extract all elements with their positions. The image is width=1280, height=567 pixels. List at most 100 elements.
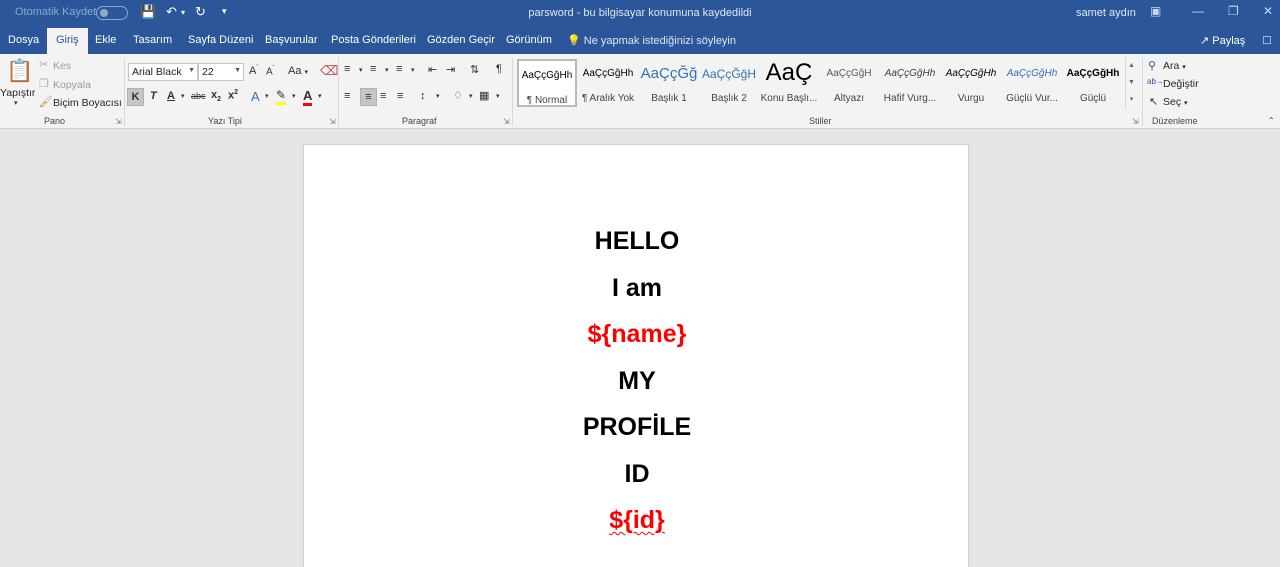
- borders-icon[interactable]: ▦: [479, 89, 489, 102]
- style-intense-emphasis[interactable]: AaÇçĞğHh Güçlü Vur...: [1002, 59, 1062, 107]
- align-left-icon[interactable]: ≡: [344, 90, 350, 102]
- collapse-ribbon-icon[interactable]: ⌃: [1268, 116, 1275, 125]
- style-title[interactable]: AaÇ Konu Başlı...: [759, 59, 819, 107]
- doc-line-placeholder[interactable]: ${id}: [304, 506, 970, 535]
- shading-icon[interactable]: ♢: [453, 89, 463, 102]
- customize-qat-icon[interactable]: ▾: [222, 6, 227, 17]
- chevron-down-icon[interactable]: ▾: [385, 66, 389, 74]
- ribbon-display-options-icon[interactable]: ▣: [1150, 4, 1161, 18]
- subscript-button[interactable]: x2: [211, 89, 221, 103]
- text-effects-button[interactable]: A: [251, 89, 260, 104]
- replace-button[interactable]: Değiştir: [1163, 78, 1199, 90]
- chevron-down-icon[interactable]: ▾: [496, 92, 500, 100]
- tab-mailings[interactable]: Posta Gönderileri: [331, 34, 416, 46]
- font-size-select[interactable]: 22 ▼: [198, 63, 244, 81]
- change-case-button[interactable]: Aa ▾: [288, 65, 308, 77]
- bold-button[interactable]: K: [127, 88, 144, 106]
- font-color-button[interactable]: A: [303, 88, 313, 106]
- paste-dropdown-icon[interactable]: ▾: [14, 99, 18, 107]
- chevron-down-icon[interactable]: ▾: [411, 66, 415, 74]
- copy-button[interactable]: Kopyala: [53, 79, 91, 91]
- scroll-down-icon[interactable]: ▼: [1126, 74, 1137, 91]
- tab-home[interactable]: Giriş: [47, 28, 88, 54]
- line-spacing-icon[interactable]: ↕: [420, 90, 426, 102]
- font-color-dropdown-icon[interactable]: ▾: [318, 92, 322, 100]
- format-painter-button[interactable]: Biçim Boyacısı: [53, 97, 122, 109]
- style-heading-2[interactable]: AaÇçĞğH Başlık 2: [699, 59, 759, 107]
- sort-icon[interactable]: ⇅: [470, 63, 479, 76]
- decrease-indent-icon[interactable]: ⇤: [428, 63, 437, 76]
- highlight-dropdown-icon[interactable]: ▾: [292, 92, 296, 100]
- minimize-icon[interactable]: —: [1192, 4, 1204, 18]
- autosave-toggle[interactable]: [96, 6, 128, 20]
- font-launcher-icon[interactable]: ⇲: [329, 117, 336, 126]
- doc-line[interactable]: HELLO: [304, 227, 970, 256]
- text-effects-dropdown-icon[interactable]: ▾: [265, 92, 269, 100]
- chevron-down-icon: ▾: [1182, 64, 1186, 71]
- style-emphasis[interactable]: AaÇçĞğHh Vurgu: [941, 59, 1001, 107]
- highlight-icon[interactable]: ✎: [276, 88, 287, 105]
- italic-button[interactable]: T: [150, 90, 157, 102]
- increase-indent-icon[interactable]: ⇥: [446, 63, 455, 76]
- save-icon[interactable]: 💾: [140, 4, 156, 20]
- doc-line[interactable]: PROFİLE: [304, 413, 970, 442]
- tab-references[interactable]: Başvurular: [265, 34, 318, 46]
- tab-insert[interactable]: Ekle: [95, 34, 116, 46]
- styles-launcher-icon[interactable]: ⇲: [1132, 117, 1139, 126]
- style-strong[interactable]: AaÇçĞğHh Güçlü: [1063, 59, 1123, 107]
- share-icon: ↗: [1200, 35, 1210, 47]
- undo-dropdown-icon[interactable]: ▾: [181, 8, 185, 17]
- bullets-icon[interactable]: ≡: [344, 63, 350, 75]
- share-button[interactable]: ↗ Paylaş: [1200, 34, 1245, 47]
- doc-line[interactable]: ID: [304, 460, 970, 489]
- style-subtle-emphasis[interactable]: AaÇçĞğHh Hafif Vurg...: [880, 59, 940, 107]
- select-button[interactable]: Seç ▾: [1163, 96, 1188, 108]
- scroll-up-icon[interactable]: ▲: [1126, 57, 1137, 74]
- tell-me-box[interactable]: 💡 Ne yapmak istediğinizi söyleyin: [567, 34, 736, 47]
- user-name[interactable]: samet aydın: [1076, 7, 1136, 19]
- underline-button[interactable]: A: [167, 90, 175, 102]
- font-family-select[interactable]: Arial Black ▼: [128, 63, 198, 81]
- more-styles-icon[interactable]: ▾: [1126, 91, 1137, 108]
- tab-file[interactable]: Dosya: [8, 34, 39, 46]
- document-page[interactable]: HELLO I am ${name} MY PROFİLE ID ${id}: [303, 144, 969, 567]
- tab-design[interactable]: Tasarım: [133, 34, 172, 46]
- tab-view[interactable]: Görünüm: [506, 34, 552, 46]
- clipboard-launcher-icon[interactable]: ⇲: [115, 117, 122, 126]
- chevron-down-icon[interactable]: ▾: [469, 92, 473, 100]
- restore-icon[interactable]: ❐: [1228, 4, 1239, 18]
- align-right-icon[interactable]: ≡: [380, 90, 386, 102]
- justify-icon[interactable]: ≡: [397, 90, 403, 102]
- spelling-error-text[interactable]: ${id}: [609, 506, 665, 534]
- find-button[interactable]: Ara ▾: [1163, 60, 1186, 72]
- numbering-icon[interactable]: ≡: [370, 63, 376, 75]
- underline-dropdown-icon[interactable]: ▾: [181, 92, 185, 100]
- close-icon[interactable]: ✕: [1263, 4, 1273, 18]
- cut-button[interactable]: Kes: [53, 60, 71, 72]
- shrink-font-button[interactable]: Aˇ: [266, 66, 275, 77]
- clear-formatting-icon[interactable]: ⌫: [320, 63, 338, 79]
- redo-icon[interactable]: ↻: [195, 4, 206, 20]
- comments-icon[interactable]: □: [1263, 32, 1271, 47]
- paste-icon[interactable]: 📋: [6, 58, 33, 84]
- superscript-button[interactable]: x2: [228, 89, 238, 102]
- strikethrough-button[interactable]: abc: [191, 91, 206, 101]
- grow-font-button[interactable]: Aˆ: [249, 65, 258, 77]
- style-normal[interactable]: AaÇçĞğHh ¶ Normal: [517, 59, 577, 107]
- show-formatting-icon[interactable]: ¶: [496, 63, 502, 75]
- paragraph-launcher-icon[interactable]: ⇲: [503, 117, 510, 126]
- style-subtitle[interactable]: AaÇçĞğH Altyazı: [819, 59, 879, 107]
- paste-button[interactable]: Yapıştır: [0, 87, 35, 99]
- doc-line-placeholder[interactable]: ${name}: [304, 320, 970, 349]
- style-no-spacing[interactable]: AaÇçĞğHh ¶ Aralık Yok: [578, 59, 638, 107]
- chevron-down-icon[interactable]: ▾: [359, 66, 363, 74]
- multilevel-list-icon[interactable]: ≡: [396, 63, 402, 75]
- undo-icon[interactable]: ↶: [166, 4, 177, 20]
- doc-line[interactable]: I am: [304, 274, 970, 303]
- tab-layout[interactable]: Sayfa Düzeni: [188, 34, 253, 46]
- align-center-icon[interactable]: ≡: [360, 88, 377, 106]
- chevron-down-icon[interactable]: ▾: [436, 92, 440, 100]
- style-heading-1[interactable]: AaÇçĞğ Başlık 1: [639, 59, 699, 107]
- tab-review[interactable]: Gözden Geçir: [427, 34, 495, 46]
- doc-line[interactable]: MY: [304, 367, 970, 396]
